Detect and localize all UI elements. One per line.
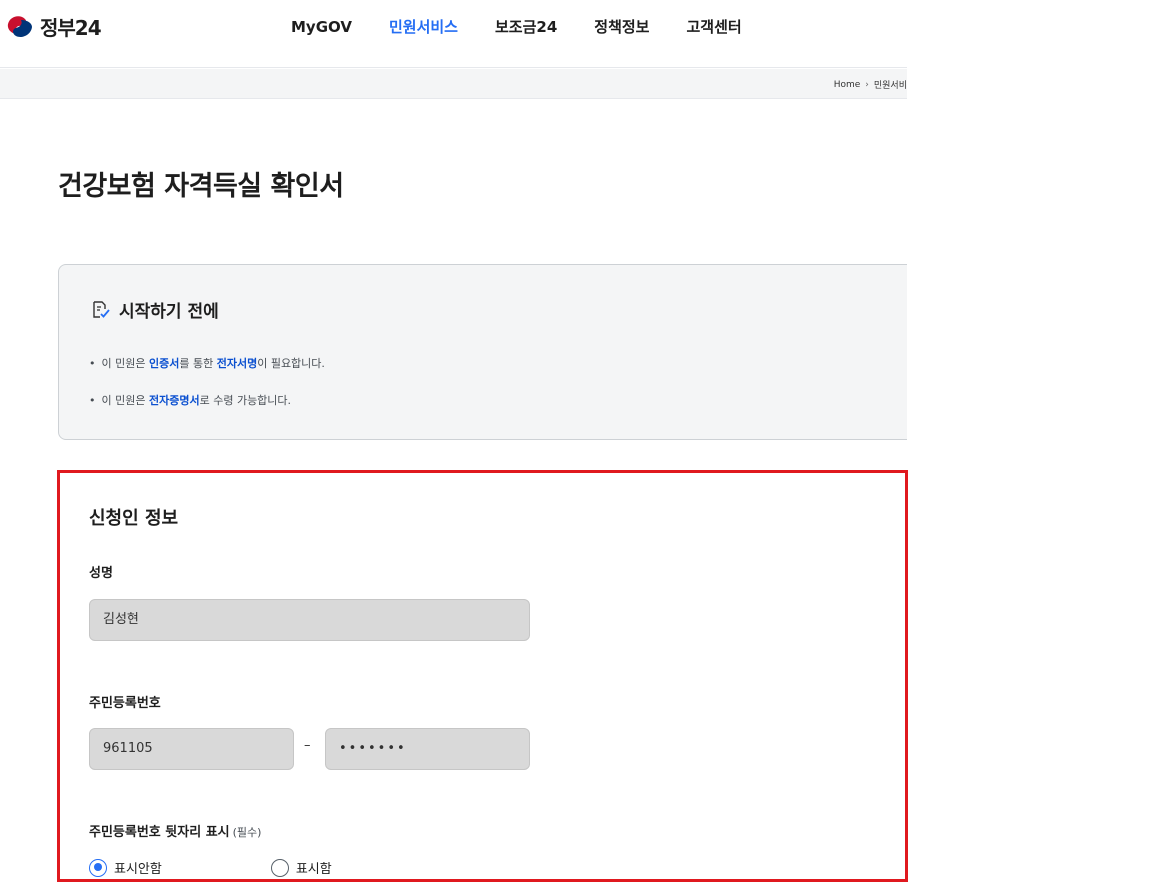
notice-item-e-certificate: • 이 민원은 전자증명서로 수령 가능합니다.	[89, 392, 291, 408]
applicant-info-section: 신청인 정보 성명 김성현 주민등록번호 961105 – ••••••• 주민…	[58, 470, 907, 882]
rrn-front-field[interactable]: 961105	[89, 728, 294, 770]
chevron-right-icon: ›	[865, 79, 869, 90]
radio-button[interactable]	[270, 858, 289, 877]
checklist-icon	[93, 300, 110, 318]
nav-item-customer-center[interactable]: 고객센터	[686, 15, 741, 39]
radio-show[interactable]: 표시함	[270, 858, 332, 877]
name-field[interactable]: 김성현	[89, 599, 530, 641]
notice-item-text: 로 수령 가능합니다.	[199, 394, 292, 407]
page-viewport: 정부24 MyGOV 민원서비스 보조금24 정책정보 고객센터 Home › …	[0, 0, 907, 882]
nav-item-subsidy24[interactable]: 보조금24	[495, 15, 557, 39]
notice-emphasis: 전자증명서	[148, 394, 200, 407]
radio-button-checked[interactable]	[89, 858, 107, 877]
required-mark: (필수)	[232, 826, 262, 839]
notice-header: 시작하기 전에	[91, 297, 219, 322]
notice-item-text: 를 통한	[179, 357, 217, 370]
name-label: 성명	[89, 566, 113, 581]
rrn-back-field[interactable]: •••••••	[325, 728, 530, 770]
rrn-label: 주민등록번호	[89, 696, 161, 711]
nav-item-policy-info[interactable]: 정책정보	[594, 15, 649, 39]
bullet: •	[89, 357, 96, 370]
breadcrumb-home[interactable]: Home	[834, 80, 861, 90]
bullet: •	[89, 394, 96, 407]
notice-item-certificate: • 이 민원은 인증서를 통한 전자서명이 필요합니다.	[89, 355, 325, 371]
nav-item-mygov[interactable]: MyGOV	[291, 15, 352, 39]
notice-item-text: 이 민원은	[101, 357, 149, 370]
notice-emphasis: 인증서	[148, 357, 180, 370]
notice-emphasis: 전자서명	[216, 357, 258, 370]
main-navigation: MyGOV 민원서비스 보조금24 정책정보 고객센터	[291, 15, 742, 39]
site-logo[interactable]: 정부24	[6, 11, 102, 41]
site-logo-text: 정부24	[40, 15, 102, 40]
rrn-display-label-text: 주민등록번호 뒷자리 표시	[89, 825, 230, 840]
before-start-notice: 시작하기 전에 • 이 민원은 인증서를 통한 전자서명이 필요합니다. • 이 민…	[58, 264, 907, 440]
government-emblem-icon	[6, 12, 34, 40]
notice-title: 시작하기 전에	[119, 302, 219, 322]
radio-label: 표시함	[295, 862, 332, 877]
breadcrumb-bar: Home › 민원서비	[0, 69, 907, 99]
breadcrumb-current[interactable]: 민원서비	[874, 78, 907, 91]
page-title: 건강보험 자격득실 확인서	[58, 171, 344, 202]
breadcrumb: Home › 민원서비	[834, 78, 907, 92]
radio-hide[interactable]: 표시안함	[89, 858, 162, 877]
rrn-dash: –	[304, 738, 311, 753]
notice-item-text: 이 민원은	[101, 394, 149, 407]
rrn-display-radio-group: 표시안함 표시함	[89, 858, 332, 877]
site-header: 정부24 MyGOV 민원서비스 보조금24 정책정보 고객센터	[0, 0, 907, 68]
nav-item-civil-service[interactable]: 민원서비스	[389, 15, 458, 39]
notice-item-text: 이 필요합니다.	[257, 357, 325, 370]
rrn-display-label: 주민등록번호 뒷자리 표시 (필수)	[89, 821, 261, 840]
radio-label: 표시안함	[114, 862, 162, 877]
section-title: 신청인 정보	[89, 508, 179, 529]
